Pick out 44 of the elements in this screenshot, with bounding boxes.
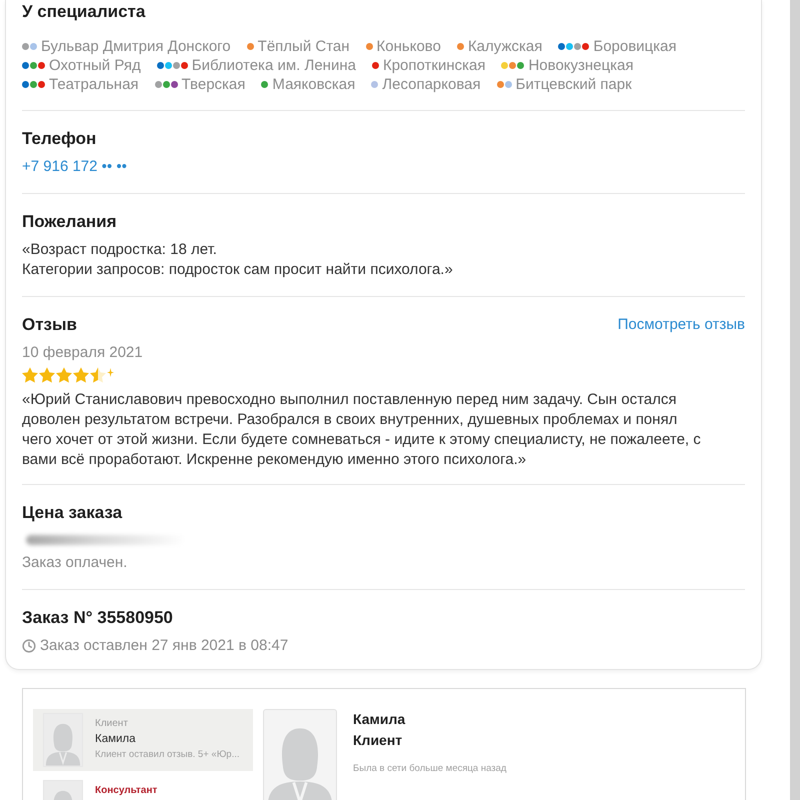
- phone-link[interactable]: +7 916 172 •• ••: [22, 157, 127, 177]
- wishes-text: «Возраст подростка: 18 лет. Категории запросов: подросток сам просит найти психолога.»: [22, 240, 454, 280]
- conversation-item[interactable]: Клиент Камила Клиент оставил отзыв. 5+ «Юр...: [33, 709, 253, 771]
- section-heading: Телефон: [22, 128, 98, 150]
- metro-station-name: Библиотека им. Ленина: [192, 56, 356, 75]
- view-review-link[interactable]: Посмотреть отзыв: [618, 315, 745, 335]
- metro-station-name: Новокузнецкая: [528, 56, 634, 75]
- metro-station-name: Коньково: [376, 37, 441, 56]
- metro-station-name: Калужская: [468, 37, 542, 56]
- section-heading: Отзыв: [22, 314, 77, 336]
- conversation-role: Консультант: [95, 784, 158, 798]
- order-created-time: Заказ оставлен 27 янв 2021 в 08:47: [40, 636, 288, 656]
- conversation-role: Клиент: [95, 717, 129, 731]
- metro-station-name: Бульвар Дмитрия Донского: [41, 37, 231, 56]
- sparkle-icon: [107, 368, 114, 377]
- star-icon: [22, 367, 38, 383]
- conversation-preview: Клиент оставил отзыв. 5+ «Юр...: [95, 748, 240, 762]
- metro-station-name: Боровицкая: [593, 37, 677, 56]
- review-date: 10 февраля 2021: [22, 343, 143, 363]
- profile-role: Клиент: [353, 731, 402, 750]
- star-icon: [56, 367, 72, 383]
- conversation-name: Камила: [95, 732, 137, 747]
- avatar-silhouette-icon: [43, 713, 83, 767]
- payment-status: Заказ оплачен.: [22, 553, 128, 573]
- online-status: Была в сети больше месяца назад: [353, 762, 506, 776]
- metro-station-name: Тёплый Стан: [258, 37, 350, 56]
- metro-station-name: Кропоткинская: [382, 56, 486, 75]
- scrollbar[interactable]: [790, 0, 800, 800]
- star-icon: [90, 367, 106, 383]
- profile-name: Камила: [353, 710, 406, 729]
- metro-station-name: Охотный Ряд: [49, 56, 141, 75]
- section-heading: Цена заказа: [22, 502, 124, 524]
- metro-station-name: Театральная: [49, 75, 139, 94]
- section-heading: Заказ N° 35580950: [22, 607, 174, 629]
- review-text: «Юрий Станиславович превосходно выполнил поставленную перед ним задачу. Сын остался доволен результатом встречи. Разобрался в своих внутренних, душевных проблемах и понял чего хочет от этой жизни. Если будете сомневаться - идите к этому специалисту, не пожалеете, с вами всё проработают. Искренне рекомендую именно этого психолога.»: [22, 390, 702, 470]
- metro-station-name: Лесопарковая: [382, 75, 481, 94]
- metro-station-name: Битцевский парк: [516, 75, 632, 94]
- section-heading: У специалиста: [22, 1, 146, 23]
- clock-icon: [22, 639, 36, 653]
- star-icon: [73, 367, 89, 383]
- section-heading: Пожелания: [22, 211, 118, 233]
- metro-station-name: Маяковская: [272, 75, 356, 94]
- star-icon: [39, 367, 55, 383]
- metro-station-name: Тверская: [182, 75, 246, 94]
